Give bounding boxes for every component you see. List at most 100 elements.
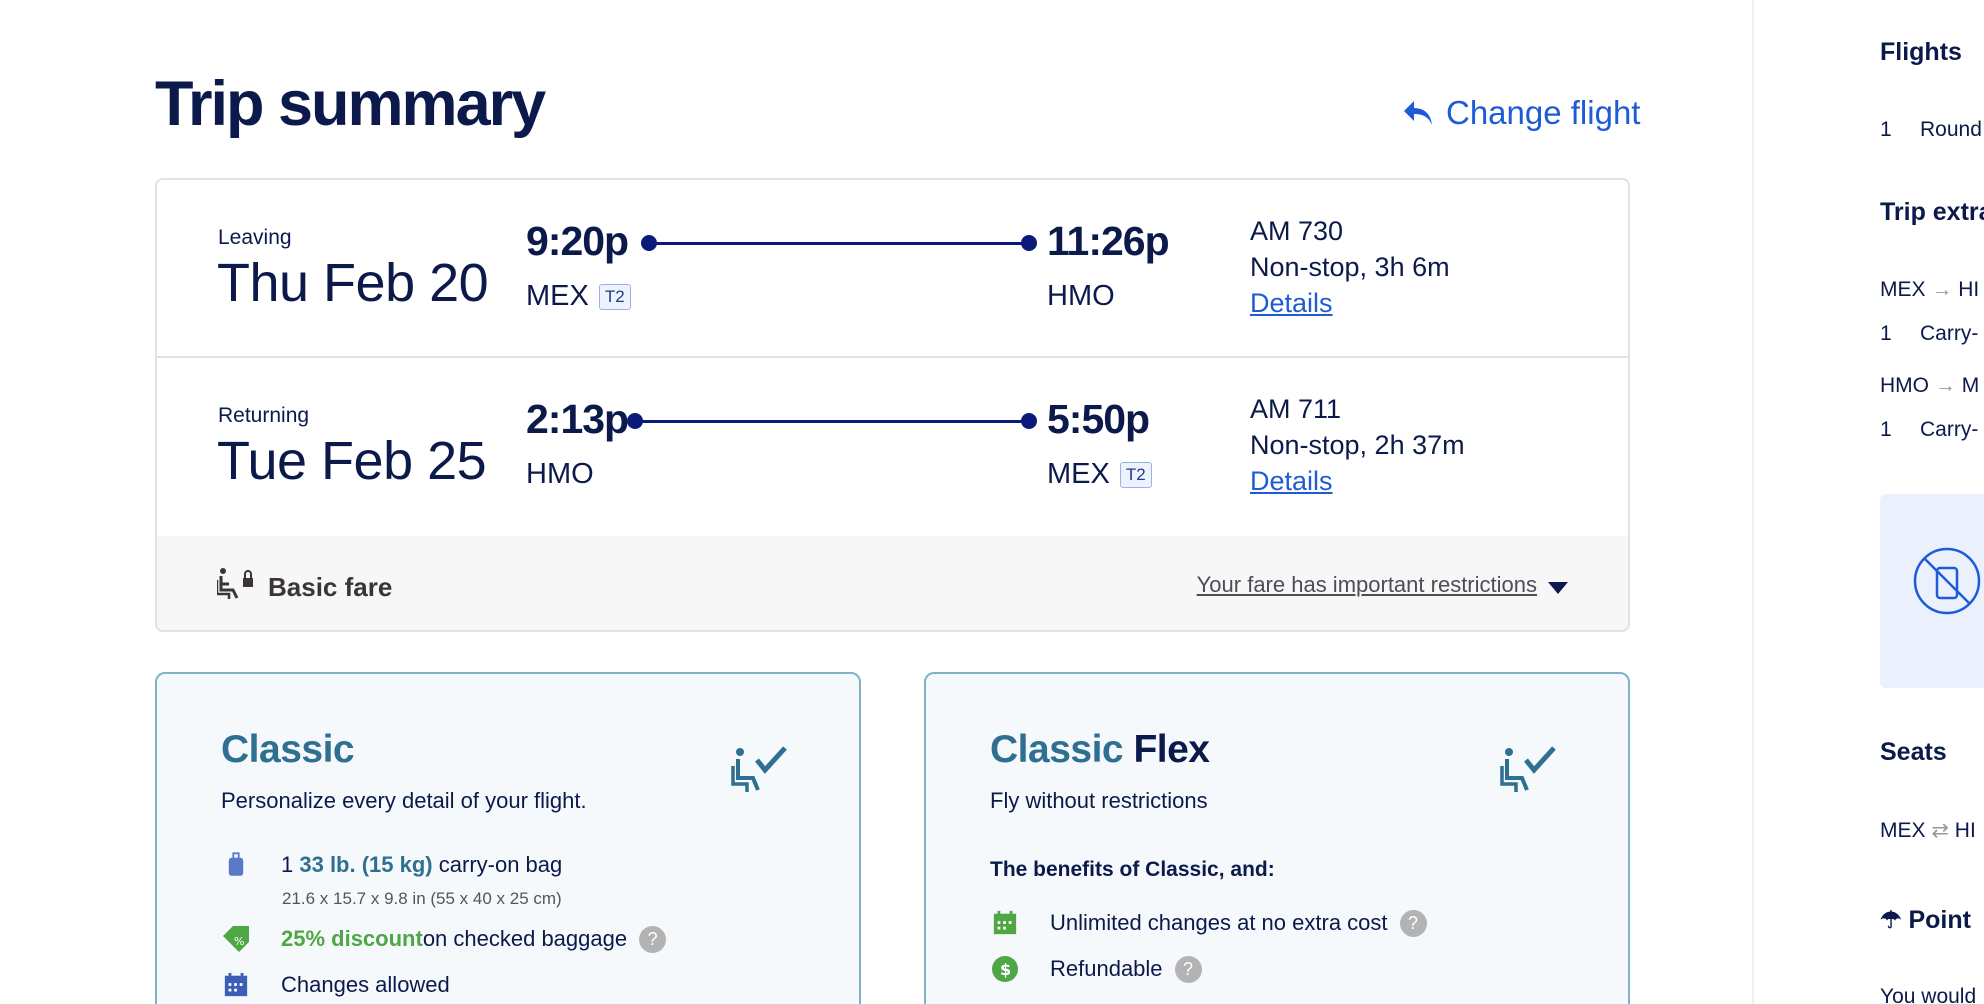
svg-text:$: $: [1000, 960, 1011, 979]
seat-check-icon: [1500, 746, 1556, 792]
trip-card: Leaving Thu Feb 20 9:20p 11:26p MEX T2 H…: [155, 178, 1630, 632]
benefits-title: The benefits of Classic, and:: [990, 858, 1275, 881]
feature-carry-on: 1 33 lb. (15 kg) carry-on bag: [221, 850, 562, 880]
arrow-right-icon: →: [1931, 278, 1959, 301]
feature-highlight: 25% discount: [281, 926, 423, 951]
route-from: HMO: [1880, 374, 1929, 397]
change-flight-label: Change flight: [1446, 94, 1641, 131]
sidebar-extra-item: Carry-: [1920, 418, 1979, 441]
plan-subtitle: Fly without restrictions: [990, 788, 1208, 813]
feature-label: Refundable: [1050, 956, 1163, 981]
carry-on-bag-icon: [221, 850, 251, 880]
sidebar-seats-route: MEX ⇄ HI: [1880, 818, 1976, 843]
plan-card-classic-flex[interactable]: Classic Flex Fly without restrictions Th…: [924, 672, 1630, 1004]
feature-label: carry-on bag: [432, 852, 563, 877]
details-link[interactable]: Details: [1250, 466, 1333, 497]
feature-highlight: 33 lb. (15 kg): [299, 852, 433, 877]
leg-kind: Leaving: [218, 226, 292, 249]
dollar-badge-icon: $: [990, 954, 1020, 984]
route-from: MEX: [1880, 819, 1926, 842]
arrow-right-icon: →: [1934, 374, 1962, 397]
feature-unlimited-changes: Unlimited changes at no extra cost ?: [990, 908, 1427, 938]
main-content: Trip summary Change flight Leaving Thu F…: [0, 0, 1752, 1004]
route-line: [627, 413, 1037, 429]
terminal-badge: T2: [1119, 461, 1152, 488]
sidebar-extra-count: 1: [1880, 418, 1892, 441]
flight-duration: Non-stop, 3h 6m: [1250, 252, 1450, 282]
airport-code: MEX: [526, 280, 589, 312]
reply-arrow-icon: [1404, 101, 1432, 125]
arrival-time: 11:26p: [1047, 218, 1170, 264]
flight-leg-return: Returning Tue Feb 25 2:13p 5:50p HMO MEX…: [157, 358, 1628, 536]
flight-leg-outbound: Leaving Thu Feb 20 9:20p 11:26p MEX T2 H…: [157, 180, 1628, 358]
change-flight-button[interactable]: Change flight: [1402, 94, 1640, 132]
route-line: [641, 235, 1037, 251]
plan-title-suffix: Flex: [1133, 728, 1210, 771]
feature-label: Unlimited changes at no extra cost: [1050, 910, 1388, 935]
flight-number: AM 711: [1250, 394, 1342, 424]
plan-title: Classic Flex: [990, 728, 1210, 772]
page-title: Trip summary: [155, 69, 546, 139]
seat-lock-icon: [217, 568, 253, 599]
sidebar-points-label: Point: [1908, 906, 1971, 934]
sidebar-extra-count: 1: [1880, 322, 1892, 345]
route-to: M: [1961, 374, 1980, 397]
feature-text: 1 33 lb. (15 kg) carry-on bag: [281, 852, 562, 878]
plan-subtitle: Personalize every detail of your flight.: [221, 788, 587, 813]
help-icon[interactable]: ?: [1174, 955, 1202, 983]
route-to: HI: [1958, 278, 1980, 301]
sidebar-extra-route: MEX → HI: [1880, 278, 1979, 302]
departure-airport: HMO: [526, 458, 594, 491]
sidebar-flights-heading: Flights: [1880, 38, 1962, 66]
no-bag-banner: [1880, 494, 1984, 688]
feature-discount: % 25% discount on checked baggage ?: [221, 924, 667, 954]
feature-count: 1: [281, 852, 300, 877]
swap-arrows-icon: ⇄: [1931, 819, 1955, 842]
flight-number: AM 730: [1250, 216, 1344, 246]
sidebar-seats-heading: Seats: [1880, 738, 1947, 766]
flight-duration: Non-stop, 2h 37m: [1250, 430, 1465, 460]
svg-text:%: %: [234, 935, 244, 948]
help-icon[interactable]: ?: [1399, 909, 1427, 937]
chevron-down-icon[interactable]: [1548, 582, 1568, 594]
no-luggage-icon: [1913, 547, 1981, 615]
plan-card-classic[interactable]: Classic Personalize every detail of your…: [155, 672, 861, 1004]
details-link[interactable]: Details: [1250, 288, 1333, 319]
airport-code: HMO: [526, 458, 594, 490]
arrival-time: 5:50p: [1047, 396, 1150, 442]
fare-name: Basic fare: [268, 572, 393, 602]
airport-code: HMO: [1047, 280, 1115, 312]
departure-time: 2:13p: [526, 396, 629, 442]
route-from: MEX: [1880, 278, 1926, 301]
feature-changes: Changes allowed: [221, 970, 450, 1000]
feature-label: on checked baggage: [422, 926, 628, 951]
help-icon[interactable]: ?: [639, 925, 667, 953]
leg-date: Thu Feb 20: [217, 253, 489, 313]
plan-title: Classic: [221, 728, 355, 772]
departure-airport: MEX T2: [526, 280, 631, 313]
leg-date: Tue Feb 25: [217, 431, 487, 491]
terminal-badge: T2: [598, 283, 631, 310]
feature-refundable: $ Refundable ?: [990, 954, 1202, 984]
sidebar-flights-text: Round: [1920, 118, 1982, 141]
plan-title-main: Classic: [990, 728, 1124, 771]
discount-tag-icon: %: [221, 924, 251, 954]
fare-row: Basic fare Your fare has important restr…: [157, 536, 1628, 630]
airport-code: MEX: [1047, 458, 1110, 490]
fare-restrictions-link[interactable]: Your fare has important restrictions: [1197, 572, 1537, 598]
feature-label: Changes allowed: [281, 972, 450, 997]
seat-check-icon: [731, 746, 787, 792]
calendar-icon: [221, 970, 251, 1000]
arrival-airport: MEX T2: [1047, 458, 1152, 491]
sidebar-points-heading: ☂ Point: [1880, 906, 1971, 935]
sidebar-summary: Flights 1 Round Trip extra MEX → HI 1 Ca…: [1752, 0, 1984, 1004]
sidebar-flights-count: 1: [1880, 118, 1892, 141]
leg-kind: Returning: [218, 404, 310, 427]
plan-title-main: Classic: [221, 728, 355, 771]
sidebar-points-text: You would: [1880, 985, 1977, 1004]
feature-subtext: 21.6 x 15.7 x 9.8 in (55 x 40 x 25 cm): [282, 889, 562, 908]
calendar-icon: [990, 908, 1020, 938]
sidebar-extra-route: HMO → M: [1880, 374, 1979, 398]
sidebar-extra-item: Carry-: [1920, 322, 1979, 345]
sidebar-trip-extras-heading: Trip extra: [1880, 198, 1984, 226]
